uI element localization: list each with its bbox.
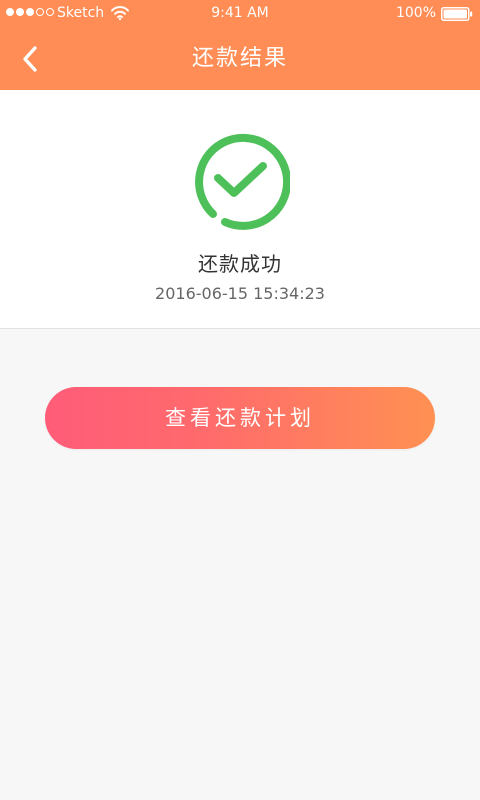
chevron-left-icon (23, 46, 37, 72)
battery-percentage: 100% (395, 5, 436, 21)
view-repayment-plan-button[interactable]: 查看还款计划 (45, 387, 435, 449)
check-circle-icon (195, 133, 290, 230)
back-button[interactable] (10, 39, 50, 79)
status-bar: Sketch 9:41 AM 100% (0, 0, 480, 28)
battery-icon (441, 7, 473, 21)
result-title: 还款成功 (198, 252, 282, 276)
result-card: 还款成功 2016-06-15 15:34:23 (0, 90, 480, 329)
navigation-bar: 还款结果 (0, 28, 480, 90)
result-timestamp: 2016-06-15 15:34:23 (155, 284, 325, 303)
page-title: 还款结果 (191, 46, 288, 71)
repayment-result-screen: Sketch 9:41 AM 100% 还款结果 还款成功 2016-06-15 (0, 0, 480, 800)
